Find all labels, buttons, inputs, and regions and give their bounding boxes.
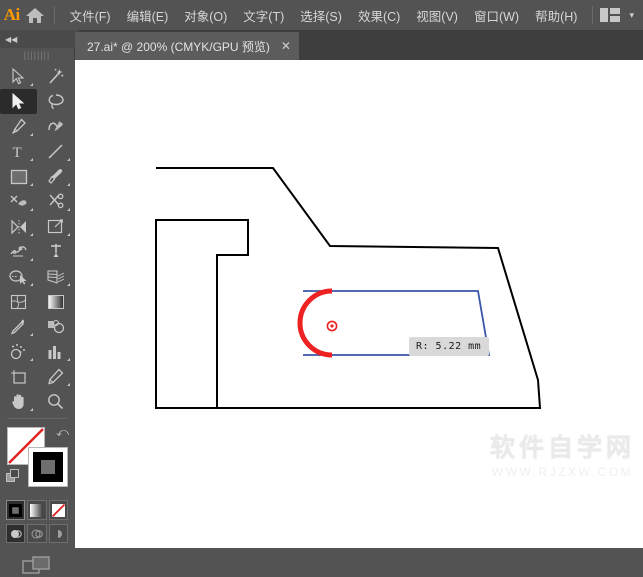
tool-corner-indicator <box>67 283 70 286</box>
tool-corner-indicator <box>30 258 33 261</box>
color-mode-none[interactable] <box>48 500 68 520</box>
tool-corner-indicator <box>30 183 33 186</box>
fill-stroke-group: ⤺ <box>0 423 74 497</box>
tool-free-transform[interactable] <box>37 214 74 239</box>
workspace-divider <box>592 6 594 24</box>
tool-blend[interactable] <box>37 314 74 339</box>
tools-divider <box>7 418 67 419</box>
tool-artboard[interactable] <box>0 364 37 389</box>
chevron-down-icon[interactable]: ▾ <box>629 10 634 21</box>
document-tab-title: 27.ai* @ 200% (CMYK/GPU 预览) <box>87 39 270 54</box>
menu-effect[interactable]: 效果(C) <box>350 3 408 28</box>
tool-rectangle[interactable] <box>0 164 37 189</box>
tools-panel-drag-handle[interactable]: |||||||| <box>0 48 74 62</box>
tool-corner-indicator <box>30 358 33 361</box>
app-logo: Ai <box>3 5 21 24</box>
panel-collapse-button[interactable]: ◀◀ <box>0 30 79 48</box>
tool-corner-indicator <box>67 208 70 211</box>
color-mode-color[interactable] <box>6 500 26 520</box>
tool-hand[interactable] <box>0 389 37 414</box>
menu-bar: Ai 文件(F) 编辑(E) 对象(O) 文字(T) 选择(S) 效果(C) 视… <box>0 0 643 30</box>
radius-tooltip: R: 5.22 mm <box>409 337 490 356</box>
swap-fill-stroke-icon[interactable]: ⤺ <box>56 425 69 440</box>
color-mode-gradient[interactable] <box>27 500 47 520</box>
tool-shaper[interactable] <box>0 189 37 214</box>
screen-mode-icon[interactable] <box>0 543 74 577</box>
tool-gradient[interactable] <box>37 289 74 314</box>
drawing-vector-graphic <box>155 167 542 409</box>
tool-eyedropper[interactable] <box>0 314 37 339</box>
tool-slice[interactable] <box>37 364 74 389</box>
home-icon[interactable] <box>23 0 46 30</box>
draw-mode-inside[interactable] <box>48 524 68 543</box>
menubar-right-group: ▾ <box>585 6 643 24</box>
tool-corner-indicator <box>30 283 33 286</box>
tool-corner-indicator <box>30 408 33 411</box>
tool-corner-indicator <box>67 183 70 186</box>
tools-panel: |||||||| T ⤺ <box>0 48 74 574</box>
tool-corner-indicator <box>30 83 33 86</box>
tool-mesh[interactable] <box>0 289 37 314</box>
tool-width[interactable] <box>0 239 37 264</box>
tool-zoom[interactable] <box>37 389 74 414</box>
draw-mode-normal[interactable] <box>6 524 26 543</box>
collapse-arrows-icon: ◀◀ <box>5 34 18 44</box>
tool-puppet-warp[interactable] <box>37 239 74 264</box>
draw-mode-behind[interactable] <box>27 524 47 543</box>
tool-corner-indicator <box>30 333 33 336</box>
document-tab-strip: ◀◀ 27.ai* @ 200% (CMYK/GPU 预览) ✕ <box>0 30 643 60</box>
default-fill-stroke-icon[interactable] <box>6 469 21 489</box>
menu-edit[interactable]: 编辑(E) <box>119 3 177 28</box>
tool-symbol-sprayer[interactable] <box>0 339 37 364</box>
menu-select[interactable]: 选择(S) <box>292 3 350 28</box>
arc-center-marker <box>326 320 338 332</box>
menu-divider <box>53 6 55 24</box>
menu-view[interactable]: 视图(V) <box>408 3 466 28</box>
color-mode-row <box>0 497 74 520</box>
menu-items: 文件(F) 编辑(E) 对象(O) 文字(T) 选择(S) 效果(C) 视图(V… <box>62 3 586 28</box>
tool-corner-indicator <box>30 233 33 236</box>
tool-corner-indicator <box>67 158 70 161</box>
tools-grid: T <box>0 62 74 414</box>
menu-type[interactable]: 文字(T) <box>235 3 292 28</box>
menu-window[interactable]: 窗口(W) <box>466 3 527 28</box>
tool-corner-indicator <box>67 233 70 236</box>
tool-direct-selection[interactable] <box>0 89 37 114</box>
menu-object[interactable]: 对象(O) <box>176 3 235 28</box>
tool-corner-indicator <box>30 158 33 161</box>
stroke-swatch[interactable] <box>28 447 68 487</box>
stroke-color-block <box>33 452 63 482</box>
tool-line-segment[interactable] <box>37 139 74 164</box>
tool-selection[interactable] <box>0 64 37 89</box>
artboard-canvas[interactable]: R: 5.22 mm 软件自学网 WWW.RJZXW.COM <box>75 60 643 548</box>
stroke-core-block <box>41 460 55 474</box>
tool-corner-indicator <box>67 358 70 361</box>
tool-type[interactable]: T <box>0 139 37 164</box>
illustrator-window: Ai 文件(F) 编辑(E) 对象(O) 文字(T) 选择(S) 效果(C) 视… <box>0 0 643 574</box>
tool-corner-indicator <box>30 133 33 136</box>
draw-mode-row <box>0 520 74 543</box>
tool-perspective-grid[interactable] <box>37 264 74 289</box>
document-tab[interactable]: 27.ai* @ 200% (CMYK/GPU 预览) ✕ <box>75 32 299 60</box>
tool-paintbrush[interactable] <box>37 164 74 189</box>
tool-corner-indicator <box>30 208 33 211</box>
svg-text:T: T <box>13 145 22 160</box>
tool-shape-builder[interactable] <box>0 264 37 289</box>
tool-rotate[interactable] <box>0 214 37 239</box>
tool-magic-wand[interactable] <box>37 64 74 89</box>
close-icon[interactable]: ✕ <box>281 39 291 53</box>
tool-scissors[interactable] <box>37 189 74 214</box>
tool-pen[interactable] <box>0 114 37 139</box>
menu-help[interactable]: 帮助(H) <box>527 3 585 28</box>
tool-curvature[interactable] <box>37 114 74 139</box>
tool-lasso[interactable] <box>37 89 74 114</box>
menu-file[interactable]: 文件(F) <box>62 3 119 28</box>
workspace-switcher-icon[interactable] <box>600 8 621 22</box>
tool-column-graph[interactable] <box>37 339 74 364</box>
tool-corner-indicator <box>67 383 70 386</box>
